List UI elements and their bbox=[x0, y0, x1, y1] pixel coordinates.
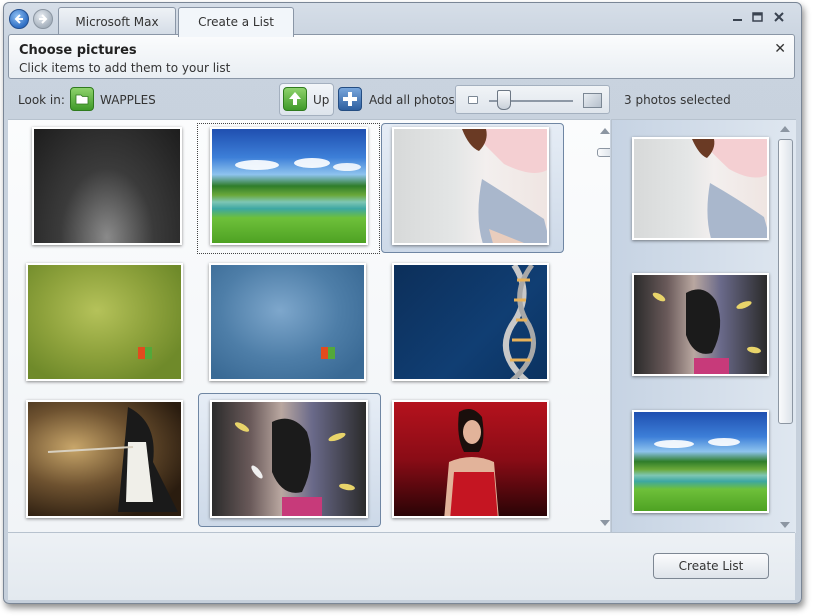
folder-icon[interactable] bbox=[70, 87, 94, 111]
panel-scroll-thumb[interactable] bbox=[778, 139, 793, 424]
panel-scroll-up[interactable] bbox=[780, 126, 790, 132]
dna-helix-shape bbox=[502, 265, 536, 379]
app-window: Microsoft Max Create a List Choose pictu… bbox=[3, 2, 802, 604]
minimize-icon[interactable] bbox=[731, 11, 745, 23]
windows-logo-mark bbox=[321, 347, 335, 359]
back-button[interactable] bbox=[9, 9, 29, 29]
toolbar: Look in: WAPPLES Up Add all photos 3 pho… bbox=[8, 81, 795, 119]
woman-figure bbox=[444, 408, 499, 516]
feathers-figure bbox=[652, 289, 761, 374]
back-icon bbox=[14, 14, 23, 24]
tab-label: Microsoft Max bbox=[75, 15, 159, 29]
slider-thumb[interactable] bbox=[497, 90, 511, 110]
photo-girl-pink-shirt[interactable] bbox=[392, 127, 549, 245]
large-thumb-icon[interactable] bbox=[583, 93, 602, 108]
photo-anime-feathers[interactable] bbox=[210, 400, 368, 518]
create-list-button[interactable]: Create List bbox=[653, 553, 769, 579]
forward-button[interactable] bbox=[33, 9, 53, 29]
tab-microsoft-max[interactable]: Microsoft Max bbox=[58, 7, 176, 35]
page-subtitle: Click items to add them to your list bbox=[19, 61, 231, 75]
photo-blue-abstract[interactable] bbox=[209, 263, 366, 381]
photo-dna-helix[interactable] bbox=[392, 263, 549, 381]
swordswoman-figure bbox=[47, 407, 178, 512]
photo-landscape-sky[interactable] bbox=[210, 127, 368, 245]
look-in-label: Look in: bbox=[18, 93, 65, 107]
cloud-shapes bbox=[654, 438, 740, 448]
grid-scroll-up[interactable] bbox=[600, 128, 610, 134]
title-bar: Microsoft Max Create a List bbox=[4, 3, 801, 37]
forward-icon bbox=[39, 14, 48, 24]
selected-count: 3 photos selected bbox=[624, 93, 731, 107]
close-icon[interactable]: ✕ bbox=[774, 41, 786, 57]
selected-photos-panel bbox=[611, 119, 796, 533]
photo-green-abstract[interactable] bbox=[26, 263, 183, 381]
tab-create-a-list[interactable]: Create a List bbox=[178, 7, 294, 37]
page-title: Choose pictures bbox=[19, 43, 137, 58]
plus-icon[interactable] bbox=[338, 87, 362, 111]
feathers-figure bbox=[234, 418, 355, 516]
girl-figure bbox=[462, 129, 547, 243]
photo-woman-red-dress[interactable] bbox=[392, 400, 549, 518]
windows-logo-mark bbox=[138, 347, 152, 359]
zoom-slider[interactable] bbox=[455, 85, 610, 114]
girl-figure bbox=[692, 139, 767, 238]
dialog-footer: Create List bbox=[8, 532, 795, 600]
add-all-photos-button[interactable]: Add all photos bbox=[369, 93, 455, 107]
tab-label: Create a List bbox=[198, 15, 274, 29]
up-arrow-icon[interactable] bbox=[283, 87, 307, 111]
photo-anime-swordswoman[interactable] bbox=[26, 400, 183, 518]
cloud-shapes bbox=[235, 158, 361, 171]
selected-photo-landscape-sky[interactable] bbox=[632, 410, 769, 513]
selected-photo-anime-feathers[interactable] bbox=[632, 273, 769, 376]
grid-scroll-thumb[interactable] bbox=[597, 148, 610, 157]
photo-dark-gradient[interactable] bbox=[32, 127, 182, 245]
close-window-icon[interactable] bbox=[772, 11, 786, 23]
grid-scroll-down[interactable] bbox=[600, 520, 610, 526]
maximize-icon[interactable] bbox=[751, 11, 765, 23]
photo-grid bbox=[8, 119, 610, 533]
selected-photo-girl-pink-shirt[interactable] bbox=[632, 137, 769, 240]
dialog-header: Choose pictures Click items to add them … bbox=[8, 34, 795, 79]
up-label[interactable]: Up bbox=[313, 93, 329, 107]
folder-name[interactable]: WAPPLES bbox=[100, 93, 156, 107]
small-thumb-icon[interactable] bbox=[468, 96, 478, 104]
panel-scroll-down[interactable] bbox=[780, 522, 790, 528]
